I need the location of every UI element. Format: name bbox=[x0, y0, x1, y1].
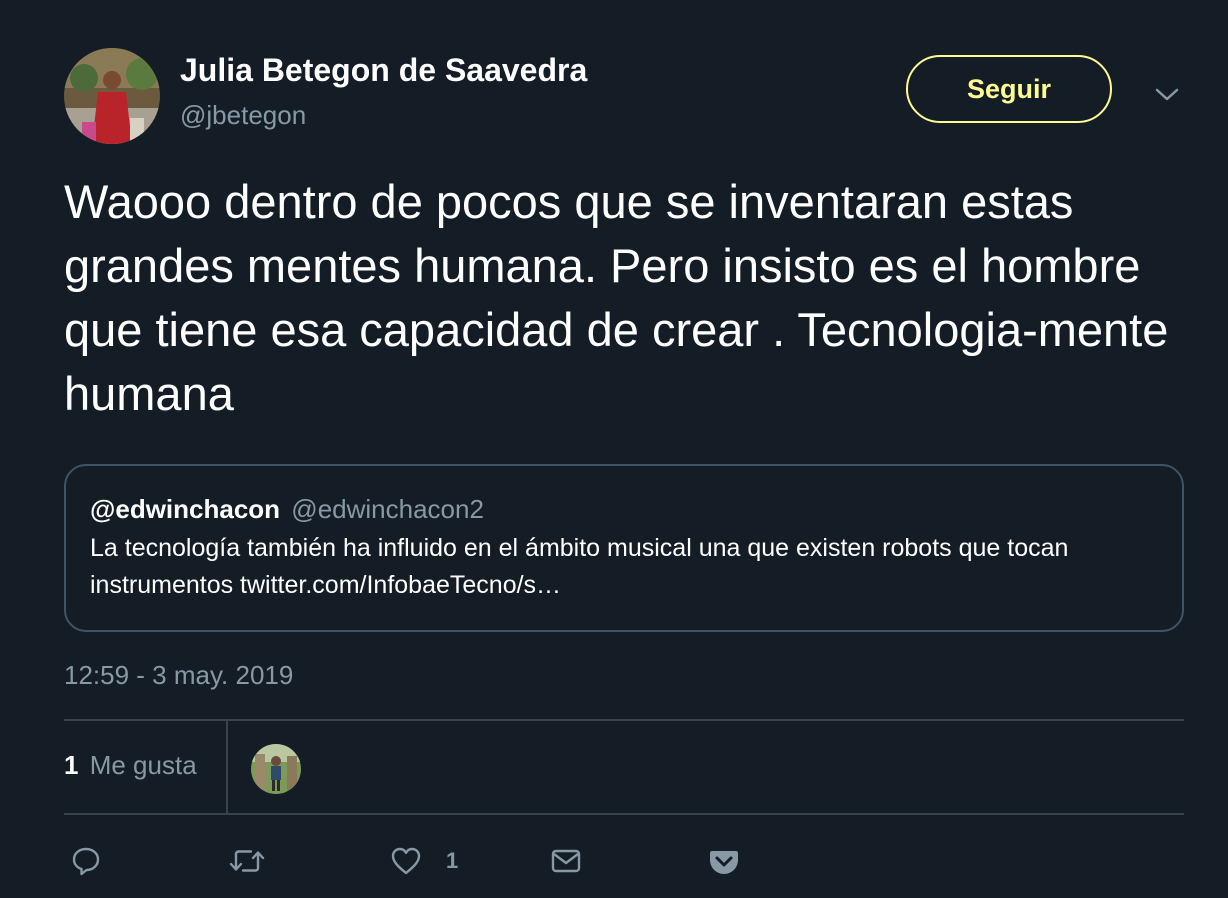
quoted-tweet-card[interactable]: @edwinchacon @edwinchacon2 La tecnología… bbox=[64, 464, 1184, 632]
tweet-text: Waooo dentro de pocos que se inventaran … bbox=[64, 175, 1169, 420]
chevron-down-icon[interactable] bbox=[1152, 80, 1182, 110]
author-avatar[interactable] bbox=[64, 48, 160, 144]
divider bbox=[64, 813, 1184, 815]
author-handle[interactable]: @jbetegon bbox=[180, 100, 306, 131]
likes-stat[interactable]: 1 Me gusta bbox=[64, 750, 197, 781]
envelope-icon bbox=[550, 845, 582, 877]
quoted-tweet-text: La tecnología también ha influido en el … bbox=[90, 534, 1069, 599]
tweet-timestamp[interactable]: 12:59 - 3 may. 2019 bbox=[64, 660, 293, 691]
retweet-icon bbox=[229, 845, 265, 877]
reply-button[interactable] bbox=[70, 843, 102, 879]
stats-separator bbox=[226, 721, 228, 813]
likes-label: Me gusta bbox=[89, 750, 197, 780]
likes-count: 1 bbox=[64, 750, 79, 780]
quoted-tweet-header: @edwinchacon @edwinchacon2 bbox=[90, 492, 1158, 526]
retweet-button[interactable] bbox=[229, 843, 265, 879]
quoted-tweet-author-handle: @edwinchacon2 bbox=[291, 494, 484, 524]
pocket-icon bbox=[708, 845, 740, 877]
pocket-button[interactable] bbox=[708, 843, 740, 879]
heart-icon bbox=[390, 845, 422, 877]
tweet-page: Julia Betegon de Saavedra @jbetegon Segu… bbox=[0, 0, 1228, 898]
divider bbox=[64, 719, 1184, 721]
author-avatar-image bbox=[64, 48, 160, 144]
liker-avatar[interactable] bbox=[251, 744, 301, 794]
like-count: 1 bbox=[446, 848, 459, 873]
like-button[interactable]: 1 bbox=[390, 843, 458, 879]
quoted-tweet-author-name: @edwinchacon bbox=[90, 494, 281, 524]
direct-message-button[interactable] bbox=[550, 843, 582, 879]
author-display-name[interactable]: Julia Betegon de Saavedra bbox=[180, 52, 587, 89]
reply-icon bbox=[70, 845, 102, 877]
follow-button[interactable]: Seguir bbox=[906, 55, 1112, 123]
liker-avatar-image bbox=[251, 744, 301, 794]
